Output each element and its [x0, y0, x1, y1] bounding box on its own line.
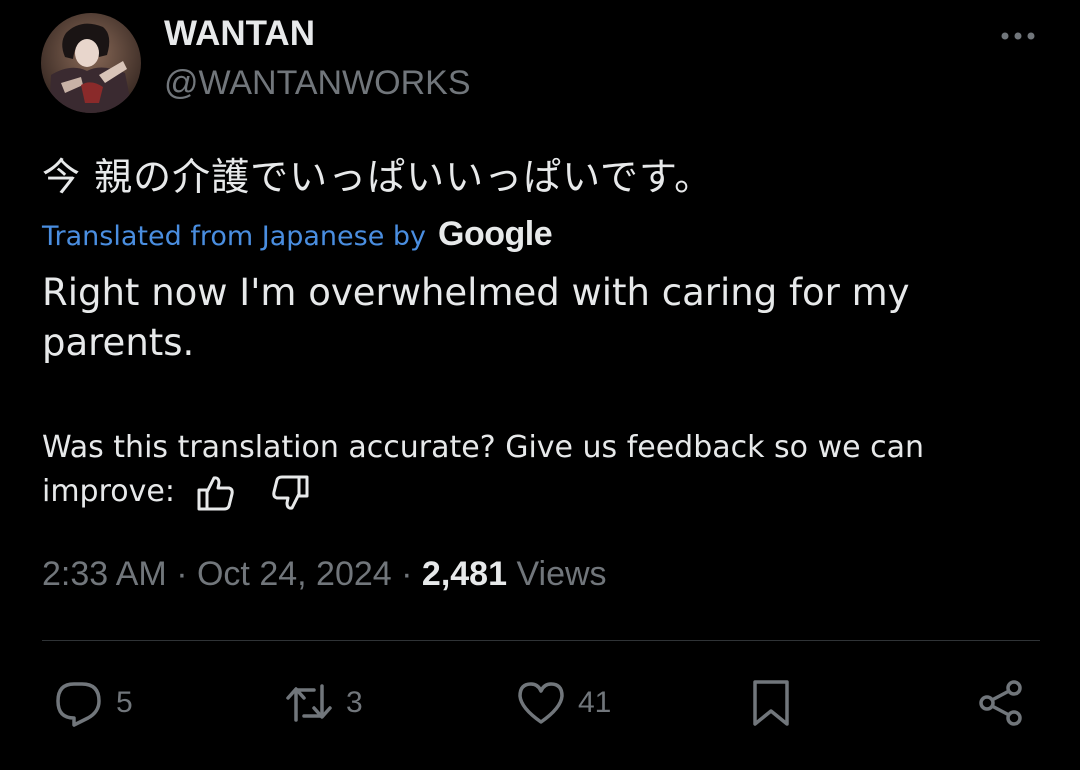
user-handle[interactable]: @WANTANWORKS [164, 64, 471, 103]
feedback-buttons [196, 473, 310, 513]
translation-attribution: Translated from Japanese by Google [42, 215, 553, 254]
translation-feedback-prompt: Was this translation accurate? Give us f… [42, 430, 924, 509]
tweet-translation: Right now I'm overwhelmed with caring fo… [42, 271, 910, 364]
divider [42, 640, 1040, 641]
like-button[interactable]: 41 [516, 676, 611, 730]
views-count[interactable]: 2,481 [422, 555, 507, 593]
more-horizontal-icon[interactable] [996, 22, 1040, 50]
heart-icon [518, 682, 564, 724]
tweet-date[interactable]: Oct 24, 2024 [197, 555, 392, 593]
bookmark-icon [753, 680, 789, 726]
tweet-original-text: 今 親の介護でいっぱいいっぱいです。 [42, 155, 714, 199]
share-button[interactable] [976, 676, 1026, 730]
tweet-time[interactable]: 2:33 AM [42, 555, 167, 593]
google-logo: Google [438, 215, 553, 253]
repost-count: 3 [346, 686, 363, 719]
share-icon [979, 680, 1022, 726]
reply-icon [56, 682, 101, 727]
avatar[interactable] [41, 13, 141, 113]
bookmark-button[interactable] [746, 676, 796, 730]
reply-count: 5 [116, 686, 133, 719]
separator-dot: · [401, 555, 422, 593]
separator-dot: · [176, 555, 197, 593]
repost-button[interactable]: 3 [284, 676, 363, 730]
display-name[interactable]: WANTAN [164, 14, 315, 54]
like-count: 41 [578, 686, 612, 719]
thumbs-down-icon[interactable] [270, 473, 310, 513]
tweet-metadata: 2:33 AM · Oct 24, 2024 · 2,481 Views [42, 555, 607, 594]
views-label: Views [516, 555, 607, 593]
repost-icon [286, 684, 332, 722]
thumbs-up-icon[interactable] [196, 473, 236, 513]
translated-from-label[interactable]: Translated from Japanese by [42, 221, 426, 252]
reply-button[interactable]: 5 [54, 676, 133, 730]
